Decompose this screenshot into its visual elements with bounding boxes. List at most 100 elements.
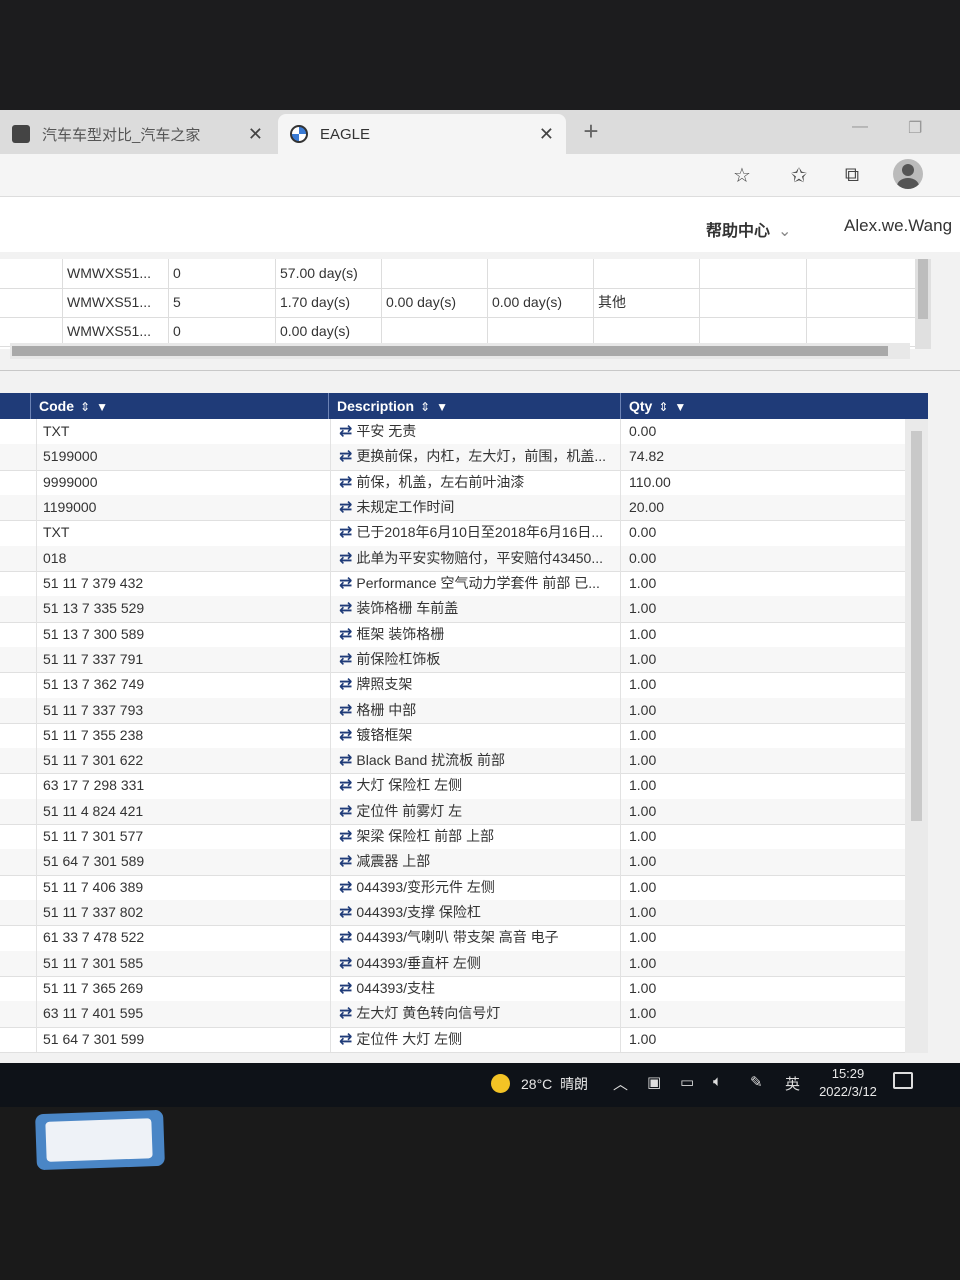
swap-icon[interactable]: ⇄ <box>339 524 352 541</box>
ime-indicator[interactable]: 英 <box>785 1073 800 1094</box>
column-header-description[interactable]: Description ⇕ ▼ <box>328 393 620 419</box>
collections-icon[interactable]: ⧉ <box>839 162 865 188</box>
upper-vertical-scrollbar[interactable] <box>915 259 931 349</box>
table-row[interactable]: 61 33 7 478 522 ⇄ 044393/气喇叭 带支架 高音 电子 1.00 <box>0 925 905 952</box>
scroll-thumb[interactable] <box>918 259 928 319</box>
table-row[interactable]: 51 13 7 362 749 ⇄ 牌照支架 1.00 <box>0 672 905 699</box>
restore-icon[interactable]: ❐ <box>908 118 922 138</box>
close-tab-icon[interactable]: ✕ <box>248 124 263 145</box>
sun-icon[interactable] <box>491 1074 510 1093</box>
table-row[interactable]: 51 11 7 337 793 ⇄ 格栅 中部 1.00 <box>0 697 905 724</box>
upper-horizontal-scrollbar[interactable] <box>10 343 910 359</box>
swap-icon[interactable]: ⇄ <box>339 777 352 794</box>
swap-icon[interactable]: ⇄ <box>339 676 352 693</box>
table-row[interactable]: 5199000 ⇄ 更换前保，内杠，左大灯，前围，机盖... 74.82 <box>0 444 905 471</box>
swap-icon[interactable]: ⇄ <box>339 1005 352 1022</box>
table-row[interactable]: 51 13 7 300 589 ⇄ 框架 装饰格栅 1.00 <box>0 621 905 648</box>
table-row[interactable]: 51 11 7 355 238 ⇄ 镀铬框架 1.00 <box>0 722 905 750</box>
minimize-icon[interactable]: — <box>852 118 868 136</box>
qty-cell: 1.00 <box>620 1001 905 1027</box>
swap-icon[interactable]: ⇄ <box>339 1031 352 1048</box>
notification-icon[interactable] <box>893 1072 913 1089</box>
swap-icon[interactable]: ⇄ <box>339 600 352 617</box>
volume-icon[interactable]: 🔈︎ <box>713 1073 722 1090</box>
table-row[interactable]: 51 13 7 335 529 ⇄ 装饰格栅 车前盖 1.00 <box>0 596 905 623</box>
description-text: 平安 无责 <box>356 423 417 439</box>
table-row[interactable]: WMWXS51... 0 57.00 day(s) <box>0 259 915 289</box>
favorites-icon[interactable]: ✩ <box>786 162 812 188</box>
security-icon[interactable]: ▣ <box>647 1073 661 1091</box>
table-row[interactable]: 51 11 7 301 577 ⇄ 架梁 保险杠 前部 上部 1.00 <box>0 824 905 851</box>
scroll-thumb[interactable] <box>911 431 922 821</box>
table-row[interactable]: 51 11 7 365 269 ⇄ 044393/支柱 1.00 <box>0 976 905 1003</box>
profile-avatar[interactable] <box>893 159 923 189</box>
table-row[interactable]: WMWXS51... 5 1.70 day(s) 0.00 day(s) 0.0… <box>0 288 915 318</box>
swap-icon[interactable]: ⇄ <box>339 955 352 972</box>
new-tab-button[interactable]: + <box>576 116 606 147</box>
swap-icon[interactable]: ⇄ <box>339 980 352 997</box>
table-row[interactable]: 9999000 ⇄ 前保，机盖，左右前叶油漆 110.00 <box>0 469 905 496</box>
filter-icon[interactable]: ▼ <box>674 400 686 414</box>
description-cell: ⇄ 前保，机盖，左右前叶油漆 <box>330 469 620 495</box>
table-row[interactable]: 51 11 4 824 421 ⇄ 定位件 前雾灯 左 1.00 <box>0 798 905 826</box>
table-row[interactable]: 1199000 ⇄ 未规定工作时间 20.00 <box>0 494 905 522</box>
table-row[interactable]: 63 17 7 298 331 ⇄ 大灯 保险杠 左侧 1.00 <box>0 773 905 800</box>
swap-icon[interactable]: ⇄ <box>339 550 352 567</box>
filter-icon[interactable]: ▼ <box>96 400 108 414</box>
swap-icon[interactable]: ⇄ <box>339 651 352 668</box>
swap-icon[interactable]: ⇄ <box>339 879 352 896</box>
table-row[interactable]: 018 ⇄ 此单为平安实物赔付，平安赔付43450... 0.00 <box>0 545 905 572</box>
table-row[interactable]: 51 11 7 301 622 ⇄ Black Band 扰流板 前部 1.00 <box>0 748 905 775</box>
swap-icon[interactable]: ⇄ <box>339 828 352 845</box>
help-center-menu[interactable]: 帮助中心 ⌄ <box>706 217 791 241</box>
add-favorite-icon[interactable]: ☆ <box>729 162 755 188</box>
tab-autohome[interactable]: 汽车车型对比_汽车之家 ✕ <box>0 114 275 154</box>
sort-icon[interactable]: ⇕ <box>658 400 668 414</box>
clock[interactable]: 15:29 2022/3/12 <box>812 1065 884 1101</box>
description-cell: ⇄ 架梁 保险杠 前部 上部 <box>330 824 620 850</box>
user-name[interactable]: Alex.we.Wang <box>844 216 952 236</box>
swap-icon[interactable]: ⇄ <box>339 853 352 870</box>
swap-icon[interactable]: ⇄ <box>339 727 352 744</box>
days-cell: 0.00 day(s) <box>275 317 381 346</box>
network-icon[interactable]: ▭ <box>680 1073 694 1091</box>
pen-icon[interactable]: ✎ <box>750 1073 763 1091</box>
close-tab-icon[interactable]: ✕ <box>539 124 554 145</box>
table-row[interactable]: 51 11 7 337 791 ⇄ 前保险杠饰板 1.00 <box>0 646 905 674</box>
table-row[interactable]: TXT ⇄ 平安 无责 0.00 <box>0 419 905 446</box>
filter-icon[interactable]: ▼ <box>436 400 448 414</box>
scroll-thumb[interactable] <box>12 346 888 356</box>
swap-icon[interactable]: ⇄ <box>339 575 352 592</box>
vin-cell: WMWXS51... <box>62 288 168 317</box>
table-row[interactable]: 51 11 7 301 585 ⇄ 044393/垂直杆 左侧 1.00 <box>0 950 905 978</box>
swap-icon[interactable]: ⇄ <box>339 423 352 440</box>
table-row[interactable]: 51 11 7 406 389 ⇄ 044393/变形元件 左侧 1.00 <box>0 874 905 902</box>
table-row[interactable]: TXT ⇄ 已于2018年6月10日至2018年6月16日... 0.00 <box>0 520 905 547</box>
swap-icon[interactable]: ⇄ <box>339 803 352 820</box>
swap-icon[interactable]: ⇄ <box>339 448 352 465</box>
table-row[interactable]: 63 11 7 401 595 ⇄ 左大灯 黄色转向信号灯 1.00 <box>0 1001 905 1028</box>
browser-toolbar: ☆ ✩ ⧉ <box>0 154 960 197</box>
grid-vertical-scrollbar[interactable] <box>905 419 928 1053</box>
table-row[interactable]: 51 11 7 337 802 ⇄ 044393/支撑 保险杠 1.00 <box>0 900 905 927</box>
table-row[interactable]: 51 64 7 301 589 ⇄ 减震器 上部 1.00 <box>0 849 905 876</box>
sort-icon[interactable]: ⇕ <box>80 400 90 414</box>
sort-icon[interactable]: ⇕ <box>420 400 430 414</box>
swap-icon[interactable]: ⇄ <box>339 499 352 516</box>
empty-cell <box>699 259 806 288</box>
swap-icon[interactable]: ⇄ <box>339 702 352 719</box>
tab-eagle[interactable]: EAGLE ✕ <box>278 114 566 154</box>
swap-icon[interactable]: ⇄ <box>339 626 352 643</box>
table-row[interactable]: 51 64 7 301 599 ⇄ 定位件 大灯 左侧 1.00 <box>0 1026 905 1053</box>
swap-icon[interactable]: ⇄ <box>339 474 352 491</box>
table-row[interactable]: 51 11 7 379 432 ⇄ Performance 空气动力学套件 前部 已… <box>0 570 905 598</box>
swap-icon[interactable]: ⇄ <box>339 752 352 769</box>
swap-icon[interactable]: ⇄ <box>339 929 352 946</box>
swap-icon[interactable]: ⇄ <box>339 904 352 921</box>
chevron-down-icon: ⌄ <box>778 223 792 240</box>
weather-widget[interactable]: 28°C 晴朗 <box>521 1074 588 1094</box>
description-cell: ⇄ 044393/变形元件 左侧 <box>330 874 620 901</box>
column-header-code[interactable]: Code ⇕ ▼ <box>30 393 328 419</box>
column-header-qty[interactable]: Qty ⇕ ▼ <box>620 393 906 419</box>
chevron-up-icon[interactable]: ︿ <box>613 1073 628 1094</box>
